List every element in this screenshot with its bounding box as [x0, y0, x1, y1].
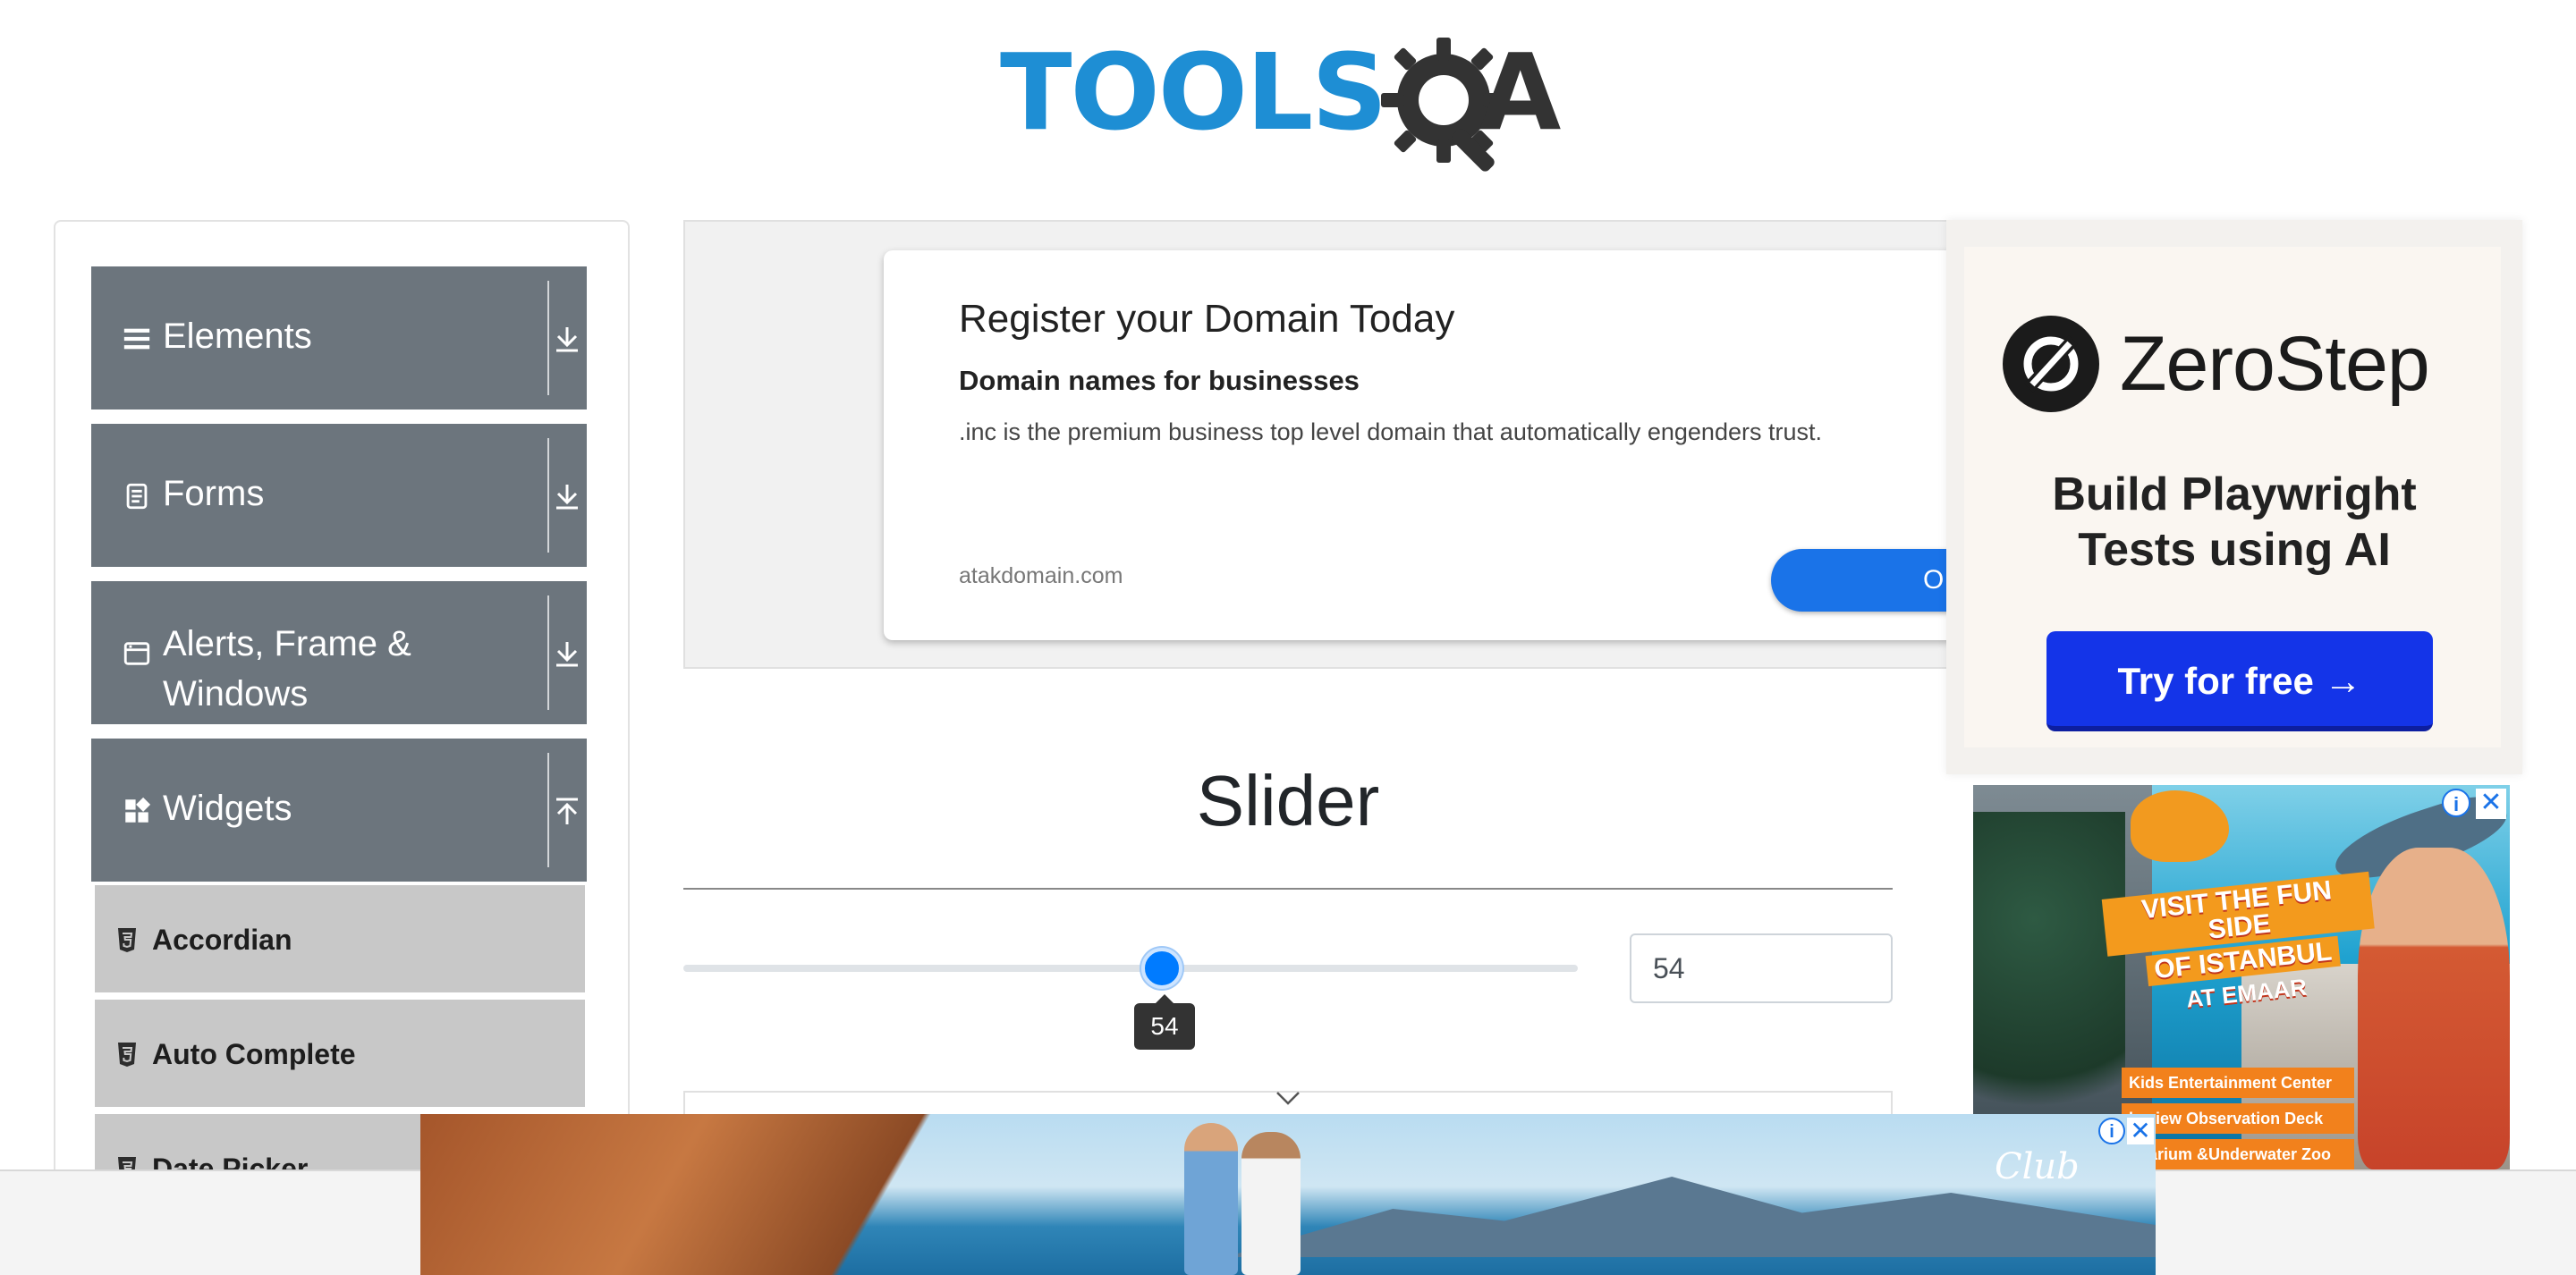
ad-image-mountains: [1225, 1177, 2156, 1257]
group-forms[interactable]: Forms: [91, 424, 587, 567]
toolsqa-logo[interactable]: TOOLS A: [1000, 25, 1590, 172]
ad-image-person: [1241, 1132, 1301, 1275]
list-item: Kids Entertainment Center: [2122, 1068, 2354, 1098]
download-arrow-icon[interactable]: [547, 637, 587, 672]
menu-item-label: Auto Complete: [152, 1038, 356, 1070]
ad-close-icon[interactable]: ✕: [2127, 1118, 2154, 1144]
group-label: Forms: [163, 474, 265, 513]
emaar-attractions-list: Kids Entertainment Center kyview Observa…: [2122, 1068, 2354, 1169]
upload-arrow-icon[interactable]: [547, 794, 587, 830]
logo-suffix: A: [1479, 30, 1562, 154]
try-for-free-button[interactable]: Try for free →: [2046, 631, 2433, 731]
domain-ad-frame: Register your Domain Today Domain names …: [683, 220, 1957, 669]
page-title: Slider: [1196, 761, 1380, 840]
ad-image-person: [1184, 1123, 1238, 1275]
html5-icon: [118, 1043, 136, 1067]
slider-value-input[interactable]: 54: [1630, 933, 1893, 1003]
slider-track[interactable]: [683, 965, 1578, 972]
window-icon: [123, 642, 150, 665]
ad-subtitle: Domain names for businesses: [959, 365, 1360, 396]
group-elements[interactable]: Elements: [91, 266, 587, 410]
ad-url[interactable]: atakdomain.com: [959, 563, 1123, 589]
zerostep-logo-icon: [2003, 316, 2099, 412]
ad-body: .inc is the premium business top level d…: [959, 418, 1822, 445]
group-label: Alerts, Frame &: [163, 624, 411, 663]
logo-text: TOOLS: [1000, 30, 1387, 154]
download-arrow-icon[interactable]: [547, 479, 587, 515]
chevron-down-icon[interactable]: [1274, 1087, 1302, 1107]
list-item: quarium &Underwater Zoo: [2122, 1139, 2354, 1169]
menu-item-auto-complete[interactable]: Auto Complete: [95, 1000, 585, 1109]
ad-info-icon[interactable]: i: [2098, 1118, 2125, 1144]
ad-open-button[interactable]: O: [1771, 549, 1957, 612]
hamburger-icon: [123, 328, 150, 350]
document-icon: [126, 483, 148, 510]
club-brand: Club: [1995, 1146, 2080, 1187]
download-arrow-icon[interactable]: [547, 322, 587, 358]
zerostep-ad[interactable]: ZeroStep Build Playwright Tests using AI…: [1946, 220, 2522, 774]
widgets-grid-icon: [125, 797, 151, 823]
group-label-line2: Windows: [163, 674, 309, 713]
menu-item-accordian[interactable]: Accordian: [95, 885, 585, 994]
group-alerts-frame-windows[interactable]: Alerts, Frame & Windows: [91, 581, 587, 724]
ad-info-icon[interactable]: i: [2442, 789, 2470, 817]
list-item: kyview Observation Deck: [2122, 1103, 2354, 1134]
ad-close-icon[interactable]: ✕: [2476, 789, 2506, 819]
ad-image-cliff: [420, 1114, 1046, 1275]
ad-image-fish: [2131, 790, 2229, 862]
domain-ad-card[interactable]: Register your Domain Today Domain names …: [884, 250, 1957, 640]
zerostep-brand: ZeroStep: [2120, 321, 2430, 407]
zerostep-headline: Build Playwright Tests using AI: [1946, 467, 2522, 578]
ad-image-person: [2358, 848, 2510, 1169]
group-widgets[interactable]: Widgets: [91, 739, 587, 882]
html5-icon: [118, 928, 136, 952]
bottom-banner-ad[interactable]: Club i ✕: [420, 1114, 2156, 1275]
group-label: Widgets: [163, 789, 292, 828]
menu-item-label: Accordian: [152, 924, 292, 956]
slider-tooltip: 54: [1134, 994, 1195, 1050]
slider-thumb[interactable]: [1141, 948, 1182, 989]
headline-line2: Tests using AI: [2078, 524, 2391, 576]
group-label: Elements: [163, 317, 312, 356]
headline-line1: Build Playwright: [2052, 469, 2417, 520]
ad-image-couple: [1175, 1114, 1309, 1275]
ad-title[interactable]: Register your Domain Today: [959, 297, 1454, 342]
emaar-ad[interactable]: VISIT THE FUN SIDE OF ISTANBUL AT EMAAR …: [1973, 785, 2510, 1169]
title-divider: [683, 888, 1893, 890]
